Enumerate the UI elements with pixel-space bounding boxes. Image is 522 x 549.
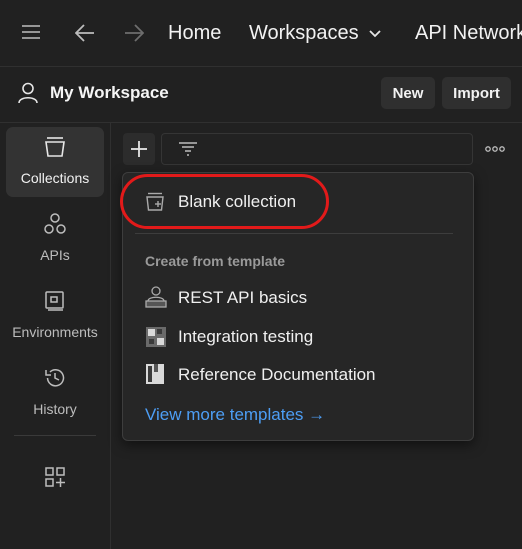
sidebar-item-environments[interactable]: Environments — [6, 281, 104, 351]
menu-item-label: Integration testing — [178, 327, 314, 346]
apis-icon — [44, 213, 66, 235]
new-button[interactable]: New — [381, 77, 435, 109]
nav-home[interactable]: Home — [168, 22, 221, 45]
new-collection-button[interactable] — [123, 133, 155, 165]
import-button[interactable]: Import — [442, 77, 511, 109]
menu-divider — [135, 233, 453, 234]
top-nav: Home Workspaces API Network — [0, 0, 522, 67]
menu-item-rest-api-basics[interactable]: REST API basics — [133, 283, 463, 313]
menu-item-reference-documentation[interactable]: Reference Documentation — [133, 360, 463, 390]
sidebar-item-label: History — [33, 401, 77, 417]
highlight-ring — [120, 174, 329, 229]
sidebar-item-label: APIs — [40, 247, 70, 263]
forward-arrow-icon[interactable] — [124, 24, 144, 42]
user-icon — [18, 82, 38, 104]
menu-item-integration-testing[interactable]: Integration testing — [133, 322, 463, 352]
collections-icon — [44, 136, 66, 158]
chevron-down-icon — [369, 29, 381, 38]
nav-api-network[interactable]: API Network — [415, 22, 522, 45]
back-arrow-icon[interactable] — [75, 24, 95, 42]
menu-item-label: REST API basics — [178, 288, 308, 307]
template-heading: Create from template — [145, 253, 286, 269]
more-options-icon[interactable] — [485, 145, 505, 153]
view-more-templates-link[interactable]: View more templates → — [145, 405, 325, 425]
plus-icon — [131, 141, 147, 157]
nav-workspaces[interactable]: Workspaces — [249, 22, 381, 45]
nav-workspaces-label: Workspaces — [249, 22, 359, 44]
menu-icon[interactable] — [22, 25, 40, 39]
sidebar-divider — [14, 435, 96, 436]
sidebar-item-apis[interactable]: APIs — [6, 204, 104, 274]
workspace-header: My Workspace New Import — [0, 66, 522, 123]
history-icon — [44, 367, 66, 389]
sidebar-item-history[interactable]: History — [6, 358, 104, 428]
sidebar: Collections APIs Environments History — [0, 122, 111, 549]
rest-api-icon — [145, 285, 167, 309]
sidebar-item-collections[interactable]: Collections — [6, 127, 104, 197]
environments-icon — [44, 290, 66, 312]
sidebar-item-label: Environments — [12, 324, 98, 340]
integration-testing-icon — [145, 326, 167, 348]
filter-input[interactable] — [161, 133, 473, 165]
reference-docs-icon — [145, 363, 165, 385]
sidebar-item-label: Collections — [20, 170, 90, 186]
filter-icon — [178, 142, 198, 156]
workspace-title: My Workspace — [50, 83, 169, 102]
menu-item-label: Reference Documentation — [178, 365, 376, 384]
add-workbench-icon[interactable] — [44, 466, 66, 488]
